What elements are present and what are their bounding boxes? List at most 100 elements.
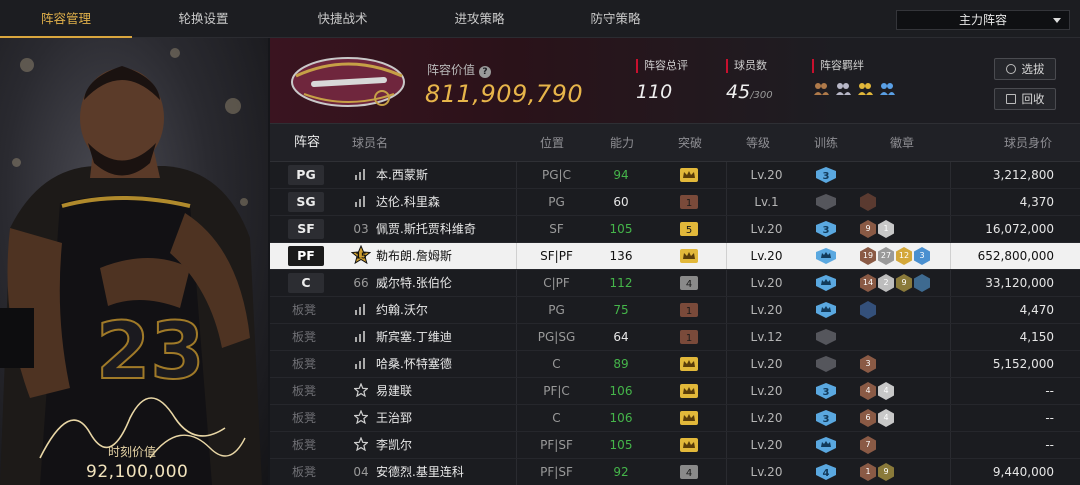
position-slot-badge[interactable]: C: [288, 273, 324, 293]
table-row[interactable]: 板凳 李凯尔 PF|SF 105 Lv.20 7 --: [270, 432, 1080, 459]
header-level[interactable]: 等级: [746, 124, 770, 162]
svg-text:5: 5: [686, 225, 692, 236]
table-row[interactable]: 板凳 王治郅 C 106 Lv.20 3 6 4 --: [270, 405, 1080, 432]
position-slot-badge[interactable]: SG: [288, 192, 324, 212]
lineup-dropdown[interactable]: 主力阵容: [896, 10, 1070, 30]
training-icon: 3: [814, 382, 838, 400]
player-value: 4,370: [950, 189, 1054, 215]
tab-offense-strategy[interactable]: 进攻策略: [412, 0, 547, 38]
tab-quick-tactics[interactable]: 快捷战术: [275, 0, 410, 38]
lineup-rating: 110: [636, 81, 673, 103]
header-player-name[interactable]: 球员名: [352, 124, 388, 162]
lineup-rating-stat: 阵容总评 110: [636, 59, 688, 103]
position-slot-badge[interactable]: PG: [288, 165, 324, 185]
player-name[interactable]: 斯宾塞.丁维迪: [376, 324, 452, 350]
lineup-value-label: 阵容价值?: [427, 61, 492, 78]
bond-icon-bronze[interactable]: [812, 79, 830, 97]
training-icon: 3: [814, 220, 838, 238]
badge-icon: 9: [896, 274, 912, 292]
training-icon: [814, 301, 838, 319]
stats-bar-icon: [350, 351, 372, 377]
badge-icon: 2: [878, 274, 894, 292]
training-icon: 3: [814, 409, 838, 427]
position-slot-badge[interactable]: SF: [288, 219, 324, 239]
player-level: Lv.12: [726, 324, 806, 350]
table-row[interactable]: C 66 威尔特.张伯伦 C|PF 112 4 Lv.20 14 2 9 33,120,000: [270, 270, 1080, 297]
player-level: Lv.20: [726, 351, 806, 377]
player-ability: 60: [613, 195, 629, 209]
player-name[interactable]: 李凯尔: [376, 432, 412, 458]
player-ability: 105: [609, 438, 633, 452]
bench-slot-label[interactable]: 板凳: [292, 405, 316, 431]
player-value: 5,152,000: [950, 351, 1054, 377]
player-name[interactable]: 易建联: [376, 378, 412, 404]
table-row[interactable]: SG 达伦.科里森 PG 60 1 Lv.1 4,370: [270, 189, 1080, 216]
table-row[interactable]: SF 03 佩贾.斯托贾科维奇 SF 105 5 Lv.20 3 9 1 16,072,000: [270, 216, 1080, 243]
roster-table: 阵容 球员名 位置 能力 突破 等级 训练 徽章 球员身价 PG 本.西蒙斯 PG|…: [270, 124, 1080, 485]
breakthrough-icon: [680, 438, 698, 452]
badge-icon: 3: [860, 355, 876, 373]
breakthrough-icon: 1: [680, 195, 698, 209]
badge-icon: 27: [878, 247, 894, 265]
refresh-icon: [1005, 64, 1016, 74]
player-level: Lv.20: [726, 459, 806, 485]
recycle-button[interactable]: 回收: [994, 88, 1056, 110]
header-player-value[interactable]: 球员身价: [1004, 124, 1052, 162]
table-row[interactable]: 板凳 易建联 PF|C 106 Lv.20 3 4 4 --: [270, 378, 1080, 405]
player-name[interactable]: 安德烈.基里连科: [376, 459, 464, 485]
header-position[interactable]: 位置: [540, 124, 564, 162]
svg-text:4: 4: [823, 468, 830, 479]
bench-slot-label[interactable]: 板凳: [292, 459, 316, 485]
badge-list: 14 2 9: [860, 274, 930, 292]
bench-slot-label[interactable]: 板凳: [292, 351, 316, 377]
player-name[interactable]: 本.西蒙斯: [376, 162, 428, 188]
player-count-max: /300: [750, 90, 773, 101]
table-row[interactable]: PF 15 勒布朗.詹姆斯 SF|PF 136 Lv.20 19 27 12 3 652,800,0…: [270, 243, 1080, 270]
bench-slot-label[interactable]: 板凳: [292, 432, 316, 458]
table-row[interactable]: PG 本.西蒙斯 PG|C 94 Lv.20 3 3,212,800: [270, 162, 1080, 189]
table-row[interactable]: 板凳 约翰.沃尔 PG 75 1 Lv.20 4,470: [270, 297, 1080, 324]
bench-slot-label[interactable]: 板凳: [292, 324, 316, 350]
player-name[interactable]: 王治郅: [376, 405, 412, 431]
table-row[interactable]: 板凳 斯宾塞.丁维迪 PG|SG 64 1 Lv.12 4,150: [270, 324, 1080, 351]
player-value: 33,120,000: [950, 270, 1054, 296]
header-badges[interactable]: 徽章: [890, 124, 914, 162]
breakthrough-icon: 1: [680, 303, 698, 317]
bond-icon-gold[interactable]: [856, 79, 874, 97]
pick-button[interactable]: 选拔: [994, 58, 1056, 80]
svg-text:1: 1: [686, 306, 692, 317]
featured-player-card[interactable]: 23 时刻价值 92,100,000: [0, 38, 268, 485]
badge-icon: 4: [878, 409, 894, 427]
tab-defense-strategy[interactable]: 防守策略: [548, 0, 683, 38]
header-lineup[interactable]: 阵容: [294, 124, 320, 162]
chevron-down-icon: [1053, 18, 1061, 23]
jersey-number: 66: [353, 276, 369, 290]
help-icon[interactable]: ?: [479, 66, 492, 78]
table-row[interactable]: 板凳 哈桑.怀特塞德 C 89 Lv.20 3 5,152,000: [270, 351, 1080, 378]
header-training[interactable]: 训练: [814, 124, 838, 162]
player-name[interactable]: 佩贾.斯托贾科维奇: [376, 216, 476, 242]
lineup-dropdown-value: 主力阵容: [958, 13, 1007, 27]
position-slot-badge[interactable]: PF: [288, 246, 324, 266]
player-value: 4,470: [950, 297, 1054, 323]
player-name[interactable]: 威尔特.张伯伦: [376, 270, 452, 296]
player-name[interactable]: 勒布朗.詹姆斯: [376, 243, 452, 269]
badge-icon: [860, 301, 876, 319]
table-row[interactable]: 板凳 04 安德烈.基里连科 PF|SF 92 4 Lv.20 4 1 9 9,440,000: [270, 459, 1080, 485]
team-logo: [291, 57, 405, 107]
tab-rotation-settings[interactable]: 轮换设置: [136, 0, 271, 38]
header-breakthrough[interactable]: 突破: [678, 124, 702, 162]
bond-icon-blue[interactable]: [878, 79, 896, 97]
badge-icon: 4: [860, 382, 876, 400]
bond-icon-silver[interactable]: [834, 79, 852, 97]
bench-slot-label[interactable]: 板凳: [292, 378, 316, 404]
player-name[interactable]: 约翰.沃尔: [376, 297, 428, 323]
breakthrough-icon: [680, 168, 698, 182]
header-ability[interactable]: 能力: [610, 124, 634, 162]
player-ability: 105: [609, 222, 633, 236]
player-name[interactable]: 哈桑.怀特塞德: [376, 351, 452, 377]
bench-slot-label[interactable]: 板凳: [292, 297, 316, 323]
player-name[interactable]: 达伦.科里森: [376, 189, 440, 215]
tab-lineup-management[interactable]: 阵容管理: [0, 0, 132, 38]
player-value: 4,150: [950, 324, 1054, 350]
